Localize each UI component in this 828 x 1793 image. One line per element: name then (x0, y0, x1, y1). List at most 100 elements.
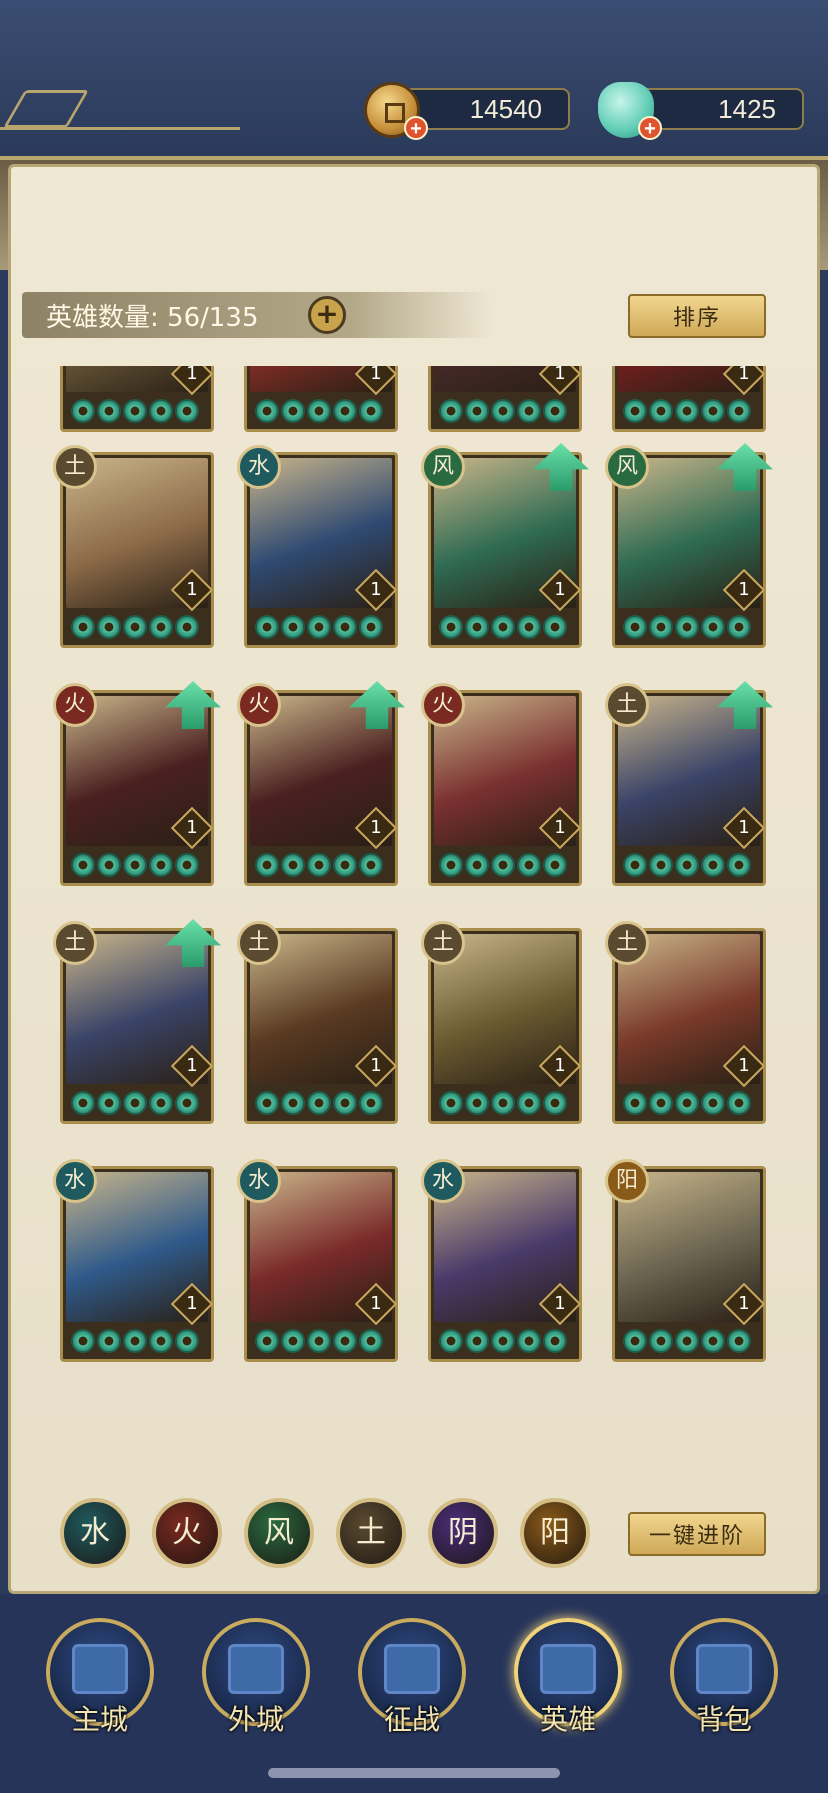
jade-star-icon (543, 1329, 567, 1353)
jade-star-icon (281, 853, 305, 877)
hero-card[interactable]: 1 (612, 366, 766, 432)
hero-element-badge: 风 (421, 445, 465, 489)
jade-star-icon (255, 853, 279, 877)
one-click-advance-button[interactable]: 一键进阶 (628, 1512, 766, 1556)
hero-level: 1 (186, 1293, 198, 1314)
hero-card[interactable]: 1 (428, 366, 582, 432)
hero-level: 1 (738, 1055, 750, 1076)
element-filter-button[interactable]: 土 (336, 1498, 406, 1568)
hero-card[interactable]: 1火 (53, 681, 221, 886)
jade-star-icon (517, 853, 541, 877)
hero-card[interactable]: 1土 (53, 919, 221, 1124)
home-indicator (268, 1768, 560, 1778)
hero-element-badge: 风 (605, 445, 649, 489)
nav-icon (72, 1644, 128, 1694)
hero-card[interactable]: 1水 (237, 1159, 398, 1362)
hero-card[interactable]: 1风 (605, 443, 773, 648)
add-jade-button[interactable]: + (638, 116, 662, 140)
jade-star-icon (97, 399, 121, 423)
jade-star-icon (675, 1091, 699, 1115)
jade-star-icon (71, 399, 95, 423)
hero-card[interactable]: 1土 (237, 921, 398, 1124)
jade-star-icon (491, 853, 515, 877)
jade-star-icon (491, 399, 515, 423)
jade-star-icon (333, 853, 357, 877)
jade-star-icon (465, 853, 489, 877)
hero-level: 1 (554, 1293, 566, 1314)
expand-hero-slots-button[interactable]: + (308, 296, 346, 334)
jade-star-icon (649, 615, 673, 639)
jade-star-icon (727, 399, 751, 423)
hero-star-rating (439, 399, 567, 423)
hero-element-badge: 水 (237, 445, 281, 489)
nav-icon (384, 1644, 440, 1694)
jade-star-icon (465, 399, 489, 423)
hero-card[interactable]: 1水 (421, 1159, 582, 1362)
nav-label: 背包 (695, 1703, 752, 1736)
hero-card[interactable]: 1 (244, 366, 398, 432)
jade-star-icon (649, 399, 673, 423)
hero-card[interactable]: 1火 (237, 681, 405, 886)
hero-level: 1 (554, 579, 566, 600)
hero-element-badge: 火 (421, 683, 465, 727)
jade-star-icon (97, 853, 121, 877)
element-filter-button[interactable]: 水 (60, 1498, 130, 1568)
jade-star-icon (255, 399, 279, 423)
hero-card[interactable]: 1水 (237, 445, 398, 648)
hero-level: 1 (186, 1055, 198, 1076)
jade-star-icon (175, 1091, 199, 1115)
menu-ornament-icon[interactable] (3, 90, 89, 128)
nav-icon (540, 1644, 596, 1694)
jade-star-icon (71, 1329, 95, 1353)
hero-level: 1 (186, 366, 198, 384)
hero-star-rating (623, 1091, 751, 1115)
hero-element-badge: 土 (421, 921, 465, 965)
hero-card[interactable]: 1土 (605, 681, 773, 886)
jade-star-icon (97, 615, 121, 639)
hero-star-rating (439, 1091, 567, 1115)
jade-star-icon (149, 1329, 173, 1353)
sort-button[interactable]: 排序 (628, 294, 766, 338)
hero-level: 1 (370, 817, 382, 838)
element-filter-button[interactable]: 阴 (428, 1498, 498, 1568)
hero-card[interactable]: 1 (60, 366, 214, 432)
jade-star-icon (623, 1091, 647, 1115)
hero-star-rating (439, 1329, 567, 1353)
jade-star-icon (675, 1329, 699, 1353)
jade-star-icon (123, 1091, 147, 1115)
jade-star-icon (675, 615, 699, 639)
hero-card[interactable]: 1土 (605, 921, 766, 1124)
hero-card[interactable]: 1水 (53, 1159, 214, 1362)
hero-star-rating (255, 853, 383, 877)
hero-star-rating (255, 1091, 383, 1115)
nav-label: 外城 (227, 1703, 284, 1736)
hero-count-label: 英雄数量: 56/135 (22, 292, 492, 338)
hero-card[interactable]: 1阳 (605, 1159, 766, 1362)
jade-star-icon (71, 615, 95, 639)
hero-star-rating (439, 615, 567, 639)
hero-star-rating (71, 853, 199, 877)
hero-level: 1 (370, 366, 382, 384)
jade-star-icon (727, 853, 751, 877)
hero-level: 1 (738, 579, 750, 600)
jade-star-icon (307, 615, 331, 639)
jade-star-icon (175, 1329, 199, 1353)
hero-card[interactable]: 1土 (421, 921, 582, 1124)
jade-star-icon (359, 399, 383, 423)
jade-star-icon (727, 1329, 751, 1353)
element-filter-button[interactable]: 风 (244, 1498, 314, 1568)
add-coins-button[interactable]: + (404, 116, 428, 140)
nav-label: 主城 (71, 1703, 128, 1736)
hero-element-badge: 阳 (605, 1159, 649, 1203)
element-filter-button[interactable]: 阳 (520, 1498, 590, 1568)
jade-star-icon (517, 1091, 541, 1115)
hero-card[interactable]: 1火 (421, 683, 582, 886)
hero-element-badge: 土 (237, 921, 281, 965)
jade-star-icon (255, 615, 279, 639)
jade-star-icon (649, 1329, 673, 1353)
jade-star-icon (149, 615, 173, 639)
hero-card[interactable]: 1土 (53, 445, 214, 648)
element-filter-button[interactable]: 火 (152, 1498, 222, 1568)
nav-icon (696, 1644, 752, 1694)
hero-card[interactable]: 1风 (421, 443, 589, 648)
